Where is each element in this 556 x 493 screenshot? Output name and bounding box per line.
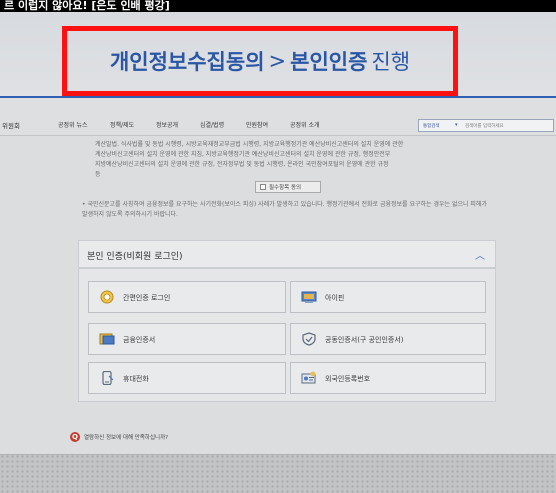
financial-cert-icon	[99, 333, 115, 345]
terms-line: 지방예산낭비신고센터의 설치 운영에 관한 규정, 전자정부법 및 동법 시행령…	[95, 161, 389, 168]
ipin-icon	[301, 291, 317, 303]
dotted-footer-background	[0, 454, 556, 493]
search-bar: 통합검색 ▾ 검색어를 입력하세요	[418, 119, 554, 132]
auth-section-header[interactable]: 본인 인증(비회원 로그인) ︿	[78, 240, 496, 268]
nav-item-about[interactable]: 공정위 소개	[290, 120, 320, 129]
terms-text: 계산발법. 식사법률 및 동법 시행령, 시방교육재정교부금법 시행령, 지방교…	[95, 140, 495, 180]
consent-label: 필수항목 동의	[269, 185, 302, 191]
step-separator: >	[268, 49, 287, 73]
foreigner-id-icon	[301, 371, 316, 384]
auth-option-ipin[interactable]: 아이핀	[290, 281, 486, 313]
satisfaction-question: 열람하신 정보에 대해 만족하십니까?	[84, 435, 169, 441]
search-input[interactable]: 검색어를 입력하세요	[465, 123, 504, 129]
auth-option-financial[interactable]: 금융인증서	[88, 323, 286, 355]
auth-option-foreigner[interactable]: 외국인등록번호	[290, 362, 486, 394]
nav-item-policy[interactable]: 정책/제도	[110, 120, 134, 129]
mobile-phone-icon	[102, 371, 114, 385]
org-name[interactable]: 위원회	[2, 120, 20, 130]
auth-option-mobile[interactable]: 휴대전화	[88, 362, 286, 394]
nav-item-rulings[interactable]: 심결/법령	[200, 120, 224, 129]
auth-option-label: 휴대전화	[123, 375, 149, 383]
auth-option-label: 금융인증서	[123, 336, 156, 344]
simple-auth-icon	[100, 290, 114, 304]
chevron-up-icon[interactable]: ︿	[475, 247, 485, 262]
step-consent-label: 개인정보수집동의	[109, 50, 265, 74]
checkbox-icon[interactable]	[260, 184, 266, 190]
terms-line: 계산낭비신고센터의 설치 운영에 관한 지침, 지방교육행정기관 예산낭비신고센…	[95, 151, 391, 158]
phishing-notice: • 국민신문고를 사칭하여 금융정보를 요구하는 사기전화(보이스 피싱) 사례…	[82, 201, 487, 218]
terms-line: 등	[95, 171, 101, 178]
nav-item-disclosure[interactable]: 정보공개	[156, 120, 178, 129]
auth-option-label: 간편인증 로그인	[123, 294, 171, 302]
step-verify-label: 본인인증	[290, 50, 368, 74]
required-consent-checkbox[interactable]: 필수항목 동의	[255, 181, 321, 193]
question-badge-icon: Q	[70, 432, 80, 442]
auth-option-label: 외국인등록번호	[325, 375, 371, 383]
caption-text: 르 이럽지 않아요! [은도 인배 평강]	[4, 0, 170, 12]
auth-option-simple[interactable]: 간편인증 로그인	[88, 281, 286, 313]
search-scope-select[interactable]: 통합검색	[423, 123, 440, 129]
auth-section-title: 본인 인증(비회원 로그인)	[87, 252, 183, 262]
auth-option-joint-cert[interactable]: 공동인증서(구 공인인증서)	[290, 323, 486, 355]
auth-option-label: 아이핀	[325, 294, 345, 302]
video-caption-bar: 르 이럽지 않아요! [은도 인배 평강]	[0, 0, 556, 12]
terms-line: 계산발법. 식사법률 및 동법 시행령, 시방교육재정교부금법 시행령, 지방교…	[95, 141, 404, 148]
step-action-label: 진행	[371, 50, 411, 74]
step-highlight-box: 개인정보수집동의 > 본인인증 진행	[62, 26, 458, 96]
auth-option-label: 공동인증서(구 공인인증서)	[325, 336, 404, 344]
joint-cert-icon	[302, 332, 316, 346]
footer-divider	[0, 454, 556, 455]
chevron-down-icon[interactable]: ▾	[455, 122, 458, 128]
nav-item-news[interactable]: 공정위 뉴스	[58, 120, 88, 129]
nav-item-participation[interactable]: 민원참여	[246, 120, 268, 129]
satisfaction-survey[interactable]: Q 열람하신 정보에 대해 만족하십니까?	[70, 430, 370, 444]
